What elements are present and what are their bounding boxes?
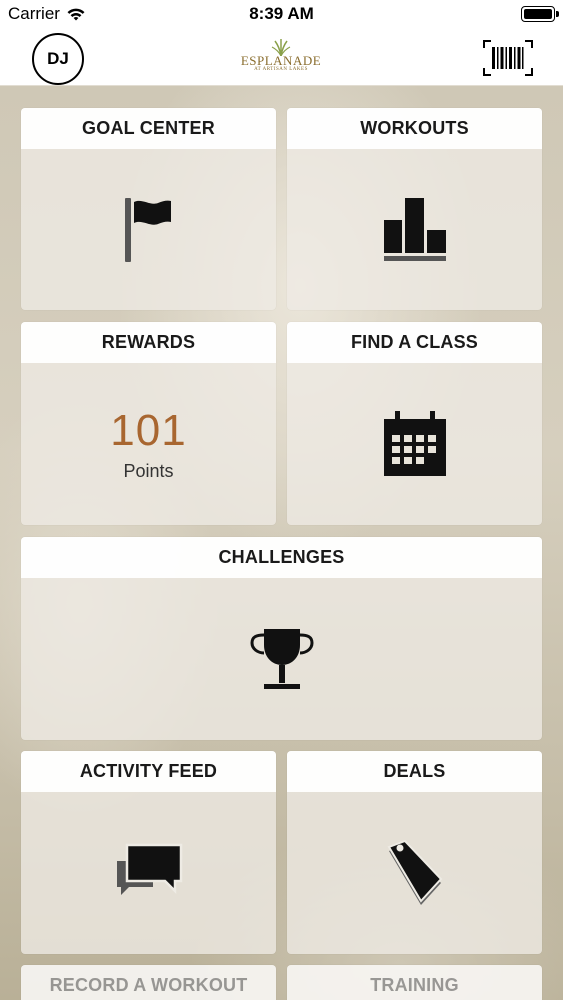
- battery-icon: [521, 6, 559, 22]
- rewards-tile[interactable]: REWARDS 101 Points: [21, 322, 276, 525]
- challenges-title: CHALLENGES: [21, 537, 542, 578]
- goal-center-tile[interactable]: GOAL CENTER: [21, 108, 276, 310]
- avatar-initials: DJ: [47, 49, 69, 68]
- points-value: 101: [110, 405, 187, 455]
- chat-bubbles-icon: [116, 843, 182, 895]
- status-time: 8:39 AM: [249, 4, 314, 23]
- flag-icon: [124, 197, 171, 262]
- rewards-body: 101 Points: [21, 363, 276, 525]
- deals-title: DEALS: [287, 751, 542, 792]
- rewards-title: REWARDS: [21, 322, 276, 363]
- avatar-button[interactable]: DJ: [32, 33, 84, 85]
- find-a-class-tile[interactable]: FIND A CLASS: [287, 322, 542, 525]
- training-tile[interactable]: TRAINING: [287, 965, 542, 1000]
- points-label: Points: [123, 460, 174, 481]
- barcode-scan-icon[interactable]: [483, 40, 533, 76]
- logo: ESPLANADE AT ARTISAN LAKES: [236, 38, 326, 80]
- trophy-icon: [249, 629, 314, 689]
- record-a-workout-title: RECORD A WORKOUT: [21, 965, 276, 1000]
- challenges-body: [21, 578, 542, 740]
- find-a-class-body: [287, 363, 542, 525]
- deals-body: [287, 792, 542, 954]
- workouts-body: [287, 149, 542, 310]
- logo-grass-icon: [271, 39, 291, 56]
- challenges-tile[interactable]: CHALLENGES: [21, 537, 542, 740]
- workouts-tile[interactable]: WORKOUTS: [287, 108, 542, 310]
- deals-tile[interactable]: DEALS: [287, 751, 542, 954]
- goal-center-title: GOAL CENTER: [21, 108, 276, 149]
- tag-icon: [387, 839, 442, 905]
- find-a-class-title: FIND A CLASS: [287, 322, 542, 363]
- activity-feed-title: ACTIVITY FEED: [21, 751, 276, 792]
- record-a-workout-tile[interactable]: RECORD A WORKOUT: [21, 965, 276, 1000]
- status-bar: Carrier 8:39 AM: [0, 0, 563, 30]
- goal-center-body: [21, 149, 276, 310]
- activity-feed-body: [21, 792, 276, 954]
- activity-feed-tile[interactable]: ACTIVITY FEED: [21, 751, 276, 954]
- calendar-icon: [383, 411, 446, 476]
- nav-bar: DJ ESPLANADE AT ARTISAN LAKES: [0, 30, 563, 86]
- bar-chart-icon: [383, 197, 446, 261]
- training-title: TRAINING: [287, 965, 542, 1000]
- workouts-title: WORKOUTS: [287, 108, 542, 149]
